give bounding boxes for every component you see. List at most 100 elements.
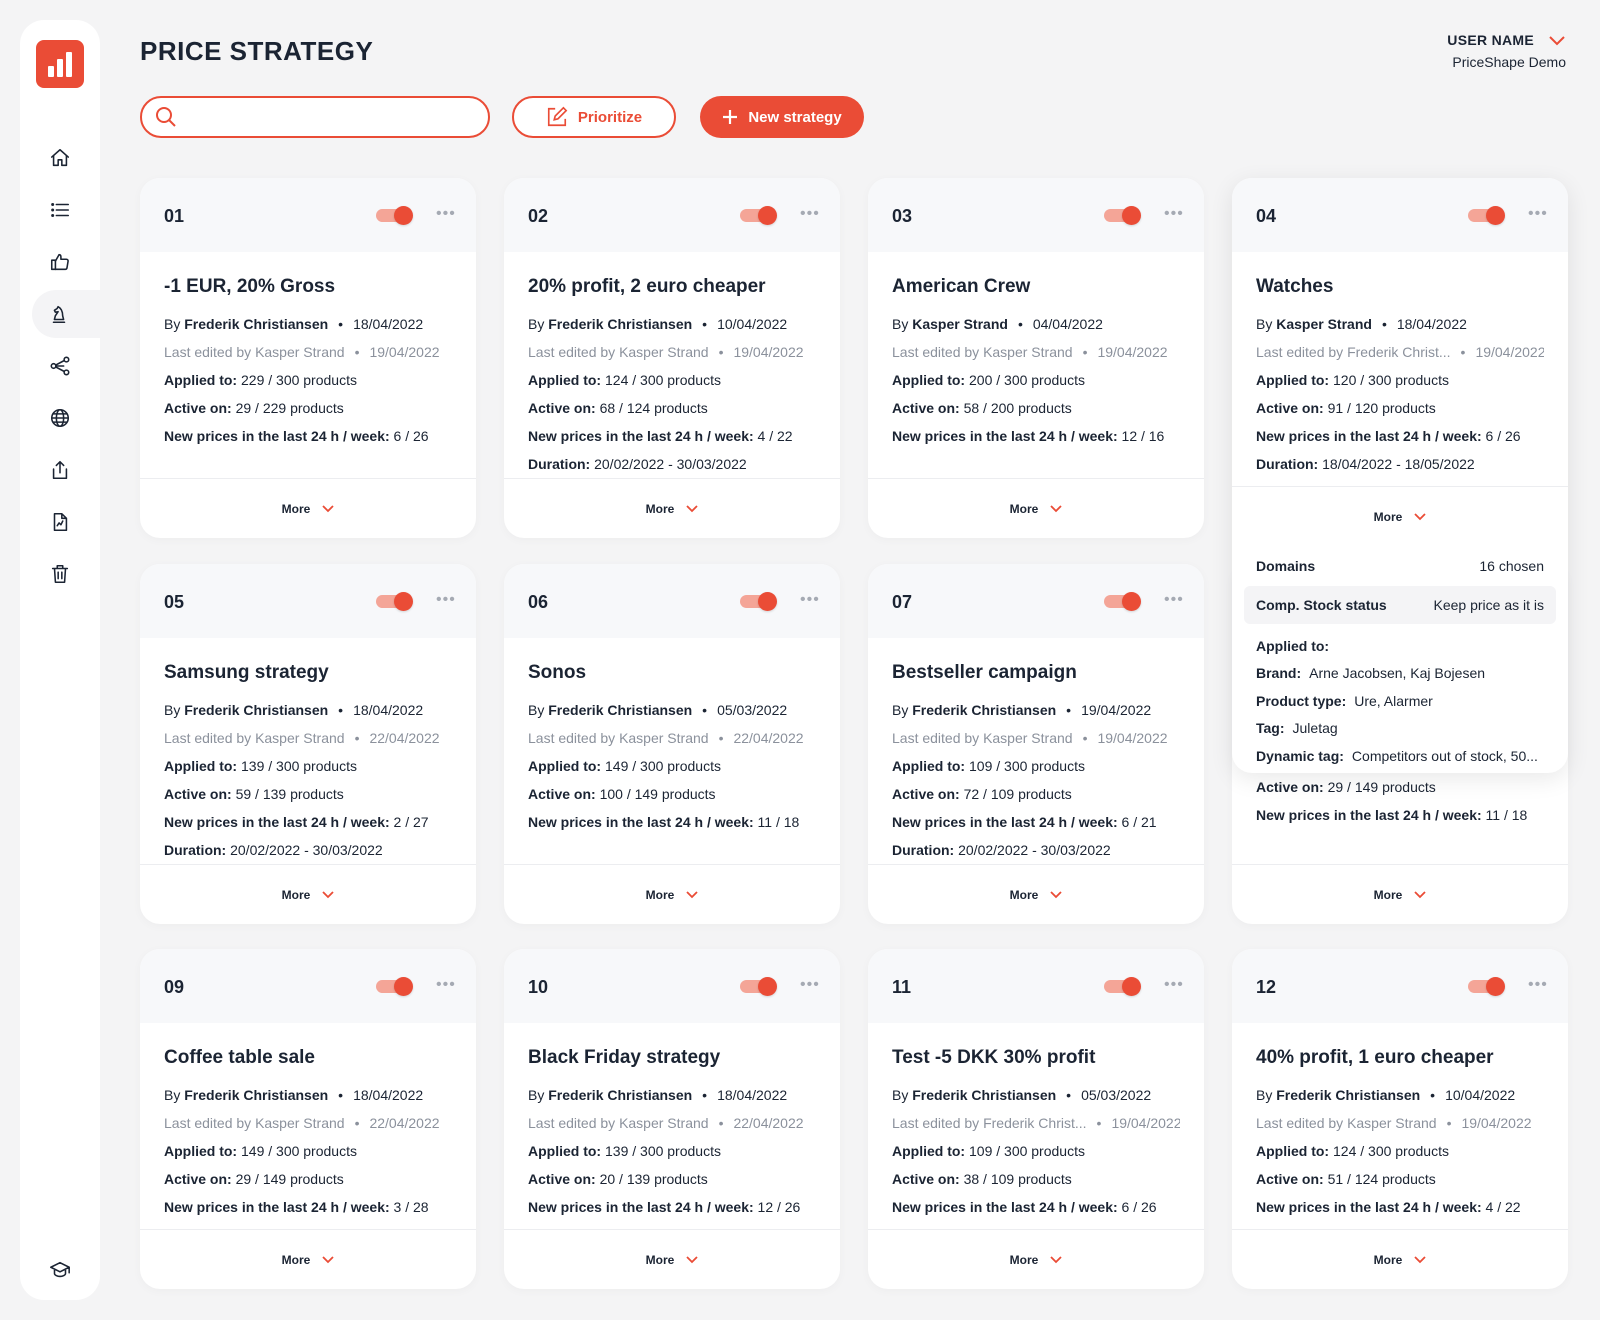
chevron-down-icon [1414, 512, 1426, 520]
tag-row: Tag: Juletag [1256, 720, 1338, 736]
active-on: 29 / 149 products [235, 1171, 344, 1187]
active-on: 29 / 229 products [235, 400, 344, 416]
active-toggle[interactable] [1104, 977, 1141, 996]
edited-date: 22/04/2022 [733, 730, 804, 746]
more-toggle[interactable]: More [868, 864, 1204, 924]
more-options-icon[interactable]: ••• [1528, 204, 1548, 224]
active-toggle[interactable] [376, 592, 413, 611]
more-options-icon[interactable]: ••• [800, 975, 820, 995]
strategy-card[interactable]: 01 ••• -1 EUR, 20% Gross By Frederik Chr… [140, 178, 476, 538]
more-toggle[interactable]: More [868, 1229, 1204, 1289]
strategy-card[interactable]: 12 ••• 40% profit, 1 euro cheaper By Fre… [1232, 949, 1568, 1289]
active-toggle[interactable] [376, 977, 413, 996]
more-toggle[interactable]: More [504, 1229, 840, 1289]
globe-icon[interactable] [20, 394, 100, 442]
active-on: 58 / 200 products [963, 400, 1072, 416]
strategy-card-expanded[interactable]: 04 ••• Watches By Kasper Strand • 18/04/20… [1232, 178, 1568, 773]
graduation-cap-icon[interactable] [20, 1246, 100, 1294]
chess-knight-icon[interactable] [32, 290, 100, 338]
strategy-card[interactable]: 02 ••• 20% profit, 2 euro cheaper By Fre… [504, 178, 840, 538]
more-toggle[interactable]: More [868, 478, 1204, 538]
strategy-card[interactable]: 03 ••• American Crew By Kasper Strand • 04… [868, 178, 1204, 538]
more-options-icon[interactable]: ••• [1528, 975, 1548, 995]
author: Frederik Christiansen [184, 1087, 329, 1103]
new-prices: 11 / 18 [1485, 807, 1528, 823]
more-toggle[interactable]: More [140, 478, 476, 538]
strategy-card[interactable]: 07 ••• Bestseller campaign By Frederik C… [868, 564, 1204, 924]
more-options-icon[interactable]: ••• [436, 590, 456, 610]
user-menu[interactable]: USER NAME PriceShape Demo [1447, 32, 1566, 70]
active-toggle[interactable] [376, 206, 413, 225]
more-options-icon[interactable]: ••• [800, 204, 820, 224]
chevron-down-icon [1050, 1255, 1062, 1263]
more-options-icon[interactable]: ••• [436, 975, 456, 995]
created-date: 18/04/2022 [353, 702, 424, 718]
more-options-icon[interactable]: ••• [1164, 975, 1184, 995]
created-date: 05/03/2022 [1081, 1087, 1152, 1103]
user-name: USER NAME [1447, 32, 1534, 48]
share-nodes-icon[interactable] [20, 342, 100, 390]
active-toggle[interactable] [740, 977, 777, 996]
more-toggle[interactable]: More [1232, 864, 1568, 924]
new-strategy-label: New strategy [748, 108, 842, 126]
list-icon[interactable] [20, 186, 100, 234]
active-toggle[interactable] [1104, 592, 1141, 611]
strategy-number: 10 [528, 977, 549, 997]
strategy-number: 04 [1256, 206, 1277, 226]
editor: Kasper Strand [619, 344, 709, 360]
active-toggle[interactable] [1104, 206, 1141, 225]
more-options-icon[interactable]: ••• [1164, 204, 1184, 224]
edited-date: 19/04/2022 [1111, 1115, 1180, 1131]
created-date: 10/04/2022 [717, 316, 788, 332]
domains-row: Domains 16 chosen [1256, 558, 1544, 574]
strategy-title: Watches [1256, 276, 1334, 297]
strategy-card[interactable]: 06 ••• Sonos By Frederik Christiansen • 05… [504, 564, 840, 924]
more-options-icon[interactable]: ••• [436, 204, 456, 224]
editor: Frederik Christ... [983, 1115, 1087, 1131]
upload-icon[interactable] [20, 446, 100, 494]
more-options-icon[interactable]: ••• [1164, 590, 1184, 610]
new-prices: 6 / 26 [393, 428, 429, 444]
strategy-card[interactable]: 05 ••• Samsung strategy By Frederik Chri… [140, 564, 476, 924]
more-toggle[interactable]: More [140, 1229, 476, 1289]
editor: Frederik Christ... [1347, 344, 1451, 360]
more-toggle[interactable]: More [140, 864, 476, 924]
editor: Kasper Strand [255, 730, 345, 746]
more-toggle[interactable]: More [504, 864, 840, 924]
active-toggle[interactable] [1468, 206, 1505, 225]
dynamic-tag-row: Dynamic tag: Competitors out of stock, 50… [1256, 747, 1538, 764]
editor: Kasper Strand [983, 344, 1073, 360]
strategy-card[interactable]: 09 ••• Coffee table sale By Frederik Chr… [140, 949, 476, 1289]
strategy-card[interactable]: 10 ••• Black Friday strategy By Frederik… [504, 949, 840, 1289]
active-toggle[interactable] [1468, 977, 1505, 996]
prioritize-button[interactable]: Prioritize [512, 96, 676, 138]
new-prices: 12 / 26 [757, 1199, 801, 1215]
applied-to: 139 / 300 products [605, 1143, 721, 1159]
active-toggle[interactable] [740, 206, 777, 225]
duration: 18/04/2022 - 18/05/2022 [1322, 456, 1475, 472]
search-box[interactable] [140, 96, 490, 138]
more-toggle[interactable]: More [1232, 1229, 1568, 1289]
trash-icon[interactable] [20, 550, 100, 598]
more-toggle[interactable]: More [504, 478, 840, 538]
more-options-icon[interactable]: ••• [800, 590, 820, 610]
created-date: 18/04/2022 [1396, 316, 1467, 332]
applied-to: 109 / 300 products [969, 758, 1085, 774]
strategy-number: 03 [892, 206, 913, 226]
duration: 20/02/2022 - 30/03/2022 [594, 456, 747, 472]
editor: Kasper Strand [255, 1115, 345, 1131]
new-strategy-button[interactable]: New strategy [700, 96, 864, 138]
new-prices: 3 / 28 [393, 1199, 429, 1215]
chevron-down-icon[interactable] [1548, 34, 1566, 46]
report-icon[interactable] [20, 498, 100, 546]
strategy-card[interactable]: 11 ••• Test -5 DKK 30% profit By Frederi… [868, 949, 1204, 1289]
author: Frederik Christiansen [1276, 1087, 1421, 1103]
active-toggle[interactable] [740, 592, 777, 611]
search-input[interactable] [186, 102, 488, 132]
home-icon[interactable] [20, 134, 100, 182]
more-toggle[interactable]: More [1232, 486, 1568, 546]
app-logo[interactable] [36, 40, 84, 88]
new-prices: 2 / 27 [393, 814, 429, 830]
thumbs-up-icon[interactable] [20, 238, 100, 286]
edited-date: 19/04/2022 [1097, 730, 1168, 746]
